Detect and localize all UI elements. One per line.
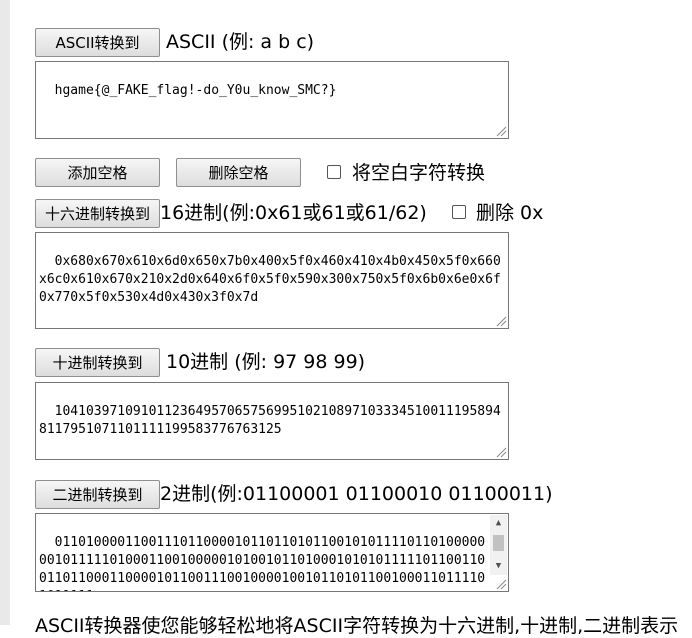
- add-space-button[interactable]: 添加空格: [35, 158, 160, 187]
- resize-grip-icon[interactable]: [495, 125, 507, 137]
- dec-textarea[interactable]: 1041039710910112364957065756995102108971…: [35, 382, 509, 460]
- resize-grip-icon[interactable]: [495, 578, 507, 590]
- hex-textarea[interactable]: 0x680x670x610x6d0x650x7b0x400x5f0x460x41…: [35, 232, 509, 329]
- bin-textarea-value: 0110100001100111011000010110110101100101…: [39, 535, 486, 591]
- hex-label: 16进制(例:0x61或61或61/62): [160, 202, 427, 224]
- page-left-margin: [0, 0, 10, 625]
- scroll-thumb[interactable]: [493, 535, 504, 551]
- bin-scrollbar[interactable]: ▲ ▼: [490, 515, 507, 575]
- scroll-down-icon[interactable]: ▼: [490, 558, 507, 575]
- bin-label: 2进制(例:01100001 01100010 01100011): [160, 483, 553, 505]
- ascii-label: ASCII (例: a b c): [166, 31, 315, 53]
- remove-0x-label: 删除 0x: [476, 202, 544, 224]
- resize-grip-icon[interactable]: [495, 315, 507, 327]
- dec-textarea-value: 1041039710910112364957065756995102108971…: [39, 404, 501, 437]
- remove-space-button[interactable]: 删除空格: [176, 158, 301, 187]
- bin-convert-button[interactable]: 二进制转换到: [35, 480, 160, 509]
- dec-convert-button[interactable]: 十进制转换到: [35, 348, 160, 377]
- hex-textarea-value: 0x680x670x610x6d0x650x7b0x400x5f0x460x41…: [39, 254, 501, 305]
- hex-convert-button[interactable]: 十六进制转换到: [35, 199, 160, 228]
- remove-0x-checkbox[interactable]: [452, 205, 466, 219]
- ascii-convert-button[interactable]: ASCII转换到: [35, 28, 160, 57]
- ascii-textarea-value: hgame{@_FAKE_flag!-do_Y0u_know_SMC?}: [54, 83, 337, 98]
- dec-label: 10进制 (例: 97 98 99): [166, 351, 366, 373]
- resize-grip-icon[interactable]: [495, 446, 507, 458]
- scroll-up-icon[interactable]: ▲: [490, 515, 507, 532]
- bin-textarea[interactable]: 0110100001100111011000010110110101100101…: [35, 513, 509, 592]
- whitespace-convert-label: 将空白字符转换: [352, 162, 486, 184]
- ascii-textarea[interactable]: hgame{@_FAKE_flag!-do_Y0u_know_SMC?}: [35, 61, 509, 139]
- whitespace-convert-checkbox[interactable]: [327, 165, 341, 179]
